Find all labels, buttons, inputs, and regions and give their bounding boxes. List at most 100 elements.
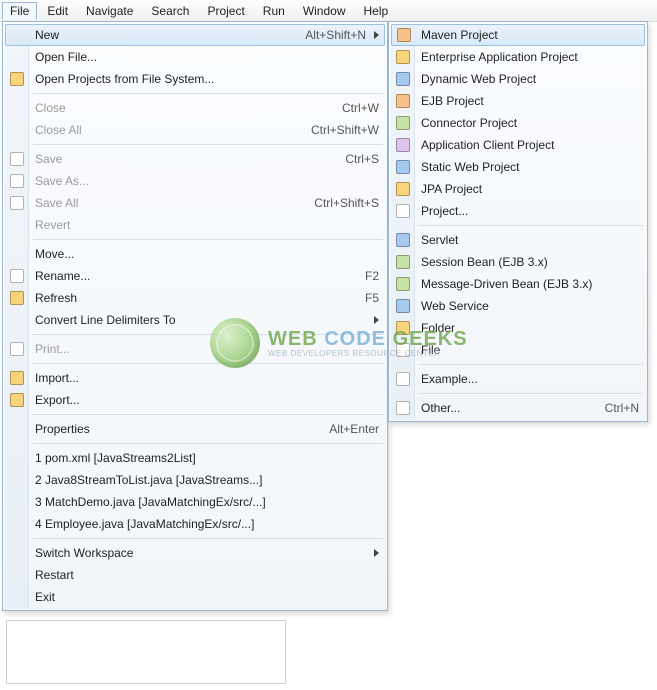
file-close-all-accel: Ctrl+Shift+W [291, 123, 379, 137]
new-folder[interactable]: Folder [391, 317, 645, 339]
file-print[interactable]: Print... [5, 338, 385, 360]
new-ws-label: Web Service [421, 299, 639, 313]
new-example-label: Example... [421, 372, 639, 386]
mdb-icon [395, 276, 411, 292]
file-open-file[interactable]: Open File... [5, 46, 385, 68]
file-import[interactable]: Import... [5, 367, 385, 389]
ejb-icon [395, 93, 411, 109]
maven-icon [396, 27, 412, 43]
file-restart[interactable]: Restart [5, 564, 385, 586]
file-refresh[interactable]: Refresh F5 [5, 287, 385, 309]
save-icon [9, 151, 25, 167]
new-file-label: File [421, 343, 639, 357]
dynamic-web-icon [395, 71, 411, 87]
file-close-label: Close [35, 101, 322, 115]
new-project[interactable]: Project... [391, 200, 645, 222]
menu-run[interactable]: Run [255, 2, 293, 20]
file-exit-label: Exit [35, 590, 379, 604]
file-rename[interactable]: Rename... F2 [5, 265, 385, 287]
new-example[interactable]: Example... [391, 368, 645, 390]
file-move[interactable]: Move... [5, 243, 385, 265]
menu-file[interactable]: File [2, 2, 37, 20]
folder-icon [395, 320, 411, 336]
file-new[interactable]: New Alt+Shift+N [5, 24, 385, 46]
menu-navigate[interactable]: Navigate [78, 2, 141, 20]
web-service-icon [395, 298, 411, 314]
session-bean-icon [395, 254, 411, 270]
menu-help[interactable]: Help [356, 2, 397, 20]
file-save-as-label: Save As... [35, 174, 379, 188]
file-restart-label: Restart [35, 568, 379, 582]
new-swp-label: Static Web Project [421, 160, 639, 174]
new-jpa-project[interactable]: JPA Project [391, 178, 645, 200]
static-web-icon [395, 159, 411, 175]
file-properties[interactable]: Properties Alt+Enter [5, 418, 385, 440]
new-message-driven-bean[interactable]: Message-Driven Bean (EJB 3.x) [391, 273, 645, 295]
project-icon [395, 203, 411, 219]
new-static-web-project[interactable]: Static Web Project [391, 156, 645, 178]
file-save[interactable]: Save Ctrl+S [5, 148, 385, 170]
file-convert-label: Convert Line Delimiters To [35, 313, 366, 327]
file-save-all[interactable]: Save All Ctrl+Shift+S [5, 192, 385, 214]
new-session-bean[interactable]: Session Bean (EJB 3.x) [391, 251, 645, 273]
refresh-icon [9, 290, 25, 306]
file-new-label: New [35, 28, 285, 42]
file-export-label: Export... [35, 393, 379, 407]
file-open-file-label: Open File... [35, 50, 379, 64]
new-ejb-label: EJB Project [421, 94, 639, 108]
file-properties-accel: Alt+Enter [309, 422, 379, 436]
new-app-client-project[interactable]: Application Client Project [391, 134, 645, 156]
recent-label: 1 pom.xml [JavaStreams2List] [35, 451, 379, 465]
file-properties-label: Properties [35, 422, 309, 436]
file-save-all-label: Save All [35, 196, 294, 210]
new-maven-project[interactable]: Maven Project [391, 24, 645, 46]
file-close[interactable]: Close Ctrl+W [5, 97, 385, 119]
submenu-arrow-icon [374, 31, 379, 39]
file-revert[interactable]: Revert [5, 214, 385, 236]
file-move-label: Move... [35, 247, 379, 261]
menu-window[interactable]: Window [295, 2, 354, 20]
file-recent-2[interactable]: 2 Java8StreamToList.java [JavaStreams...… [5, 469, 385, 491]
file-close-all-label: Close All [35, 123, 291, 137]
new-web-service[interactable]: Web Service [391, 295, 645, 317]
new-conn-label: Connector Project [421, 116, 639, 130]
menu-project[interactable]: Project [199, 2, 252, 20]
export-icon [9, 392, 25, 408]
new-acp-label: Application Client Project [421, 138, 639, 152]
file-recent-3[interactable]: 3 MatchDemo.java [JavaMatchingEx/src/...… [5, 491, 385, 513]
example-icon [395, 371, 411, 387]
menu-search[interactable]: Search [143, 2, 197, 20]
new-ejb-project[interactable]: EJB Project [391, 90, 645, 112]
file-recent-4[interactable]: 4 Employee.java [JavaMatchingEx/src/...] [5, 513, 385, 535]
file-save-label: Save [35, 152, 325, 166]
new-other[interactable]: Other... Ctrl+N [391, 397, 645, 419]
file-switch-workspace[interactable]: Switch Workspace [5, 542, 385, 564]
new-jpa-label: JPA Project [421, 182, 639, 196]
new-eap-label: Enterprise Application Project [421, 50, 639, 64]
file-save-accel: Ctrl+S [325, 152, 379, 166]
new-submenu: Maven Project Enterprise Application Pro… [388, 21, 648, 422]
file-convert[interactable]: Convert Line Delimiters To [5, 309, 385, 331]
print-icon [9, 341, 25, 357]
new-connector-project[interactable]: Connector Project [391, 112, 645, 134]
new-enterprise-app-project[interactable]: Enterprise Application Project [391, 46, 645, 68]
file-print-label: Print... [35, 342, 379, 356]
submenu-arrow-icon [374, 549, 379, 557]
new-dynamic-web-project[interactable]: Dynamic Web Project [391, 68, 645, 90]
servlet-icon [395, 232, 411, 248]
ear-icon [395, 49, 411, 65]
new-file[interactable]: File [391, 339, 645, 361]
file-export[interactable]: Export... [5, 389, 385, 411]
file-exit[interactable]: Exit [5, 586, 385, 608]
file-open-projects[interactable]: Open Projects from File System... [5, 68, 385, 90]
file-close-all[interactable]: Close All Ctrl+Shift+W [5, 119, 385, 141]
app-client-icon [395, 137, 411, 153]
new-folder-label: Folder [421, 321, 639, 335]
file-save-as[interactable]: Save As... [5, 170, 385, 192]
file-icon [395, 342, 411, 358]
menu-edit[interactable]: Edit [39, 2, 76, 20]
new-servlet[interactable]: Servlet [391, 229, 645, 251]
file-recent-1[interactable]: 1 pom.xml [JavaStreams2List] [5, 447, 385, 469]
file-dropdown: New Alt+Shift+N Open File... Open Projec… [2, 21, 388, 611]
import-icon [9, 370, 25, 386]
